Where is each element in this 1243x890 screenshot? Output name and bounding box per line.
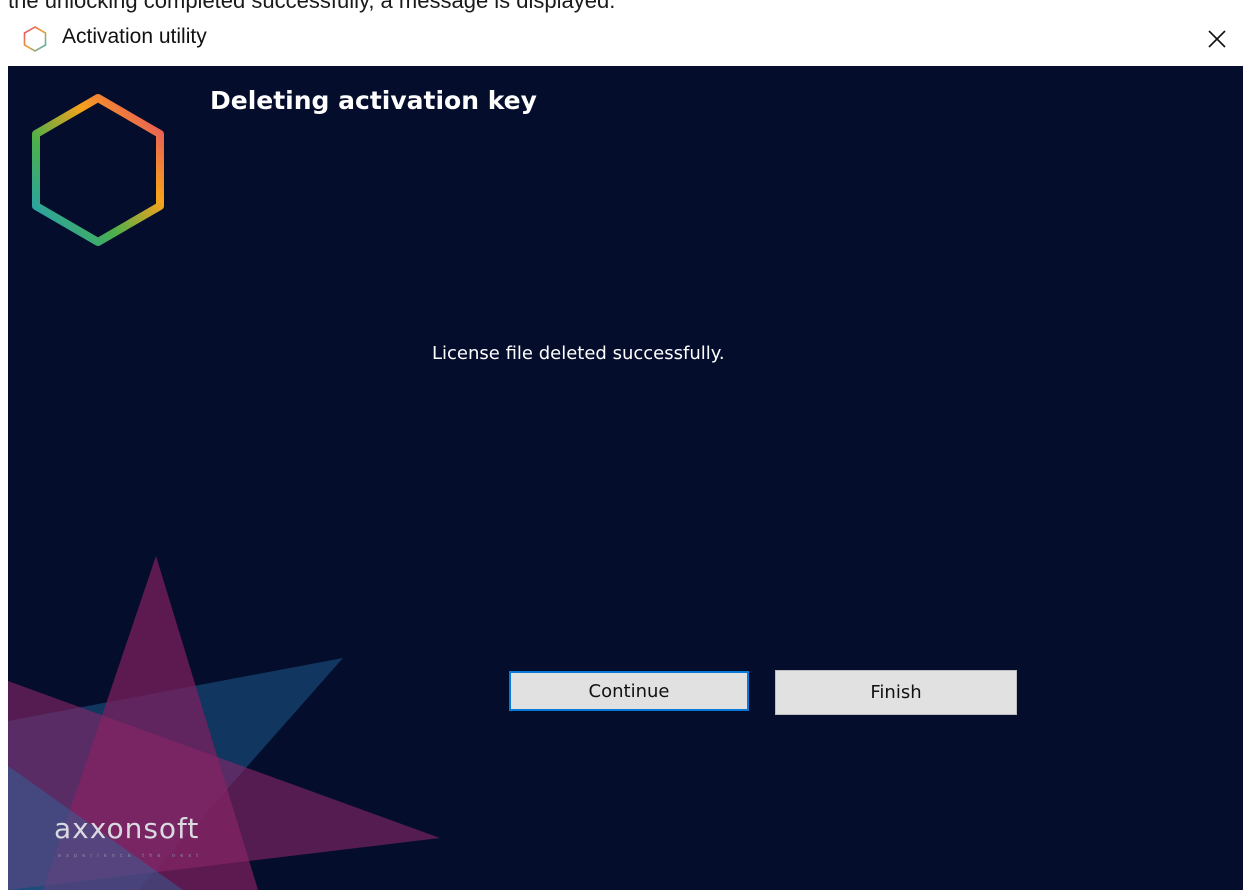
window-title: Activation utility xyxy=(62,25,207,48)
window-titlebar: Activation utility xyxy=(0,16,1243,66)
decorative-background xyxy=(8,94,440,890)
hexagon-logo-icon xyxy=(23,26,47,52)
close-icon xyxy=(1207,30,1226,48)
close-button[interactable] xyxy=(1190,16,1243,62)
finish-button[interactable]: Finish xyxy=(775,670,1017,715)
top-caption-fragment: the unlocking completed successfully, a … xyxy=(0,0,1243,16)
brand-tagline: experience the next xyxy=(58,853,204,859)
brand-logo: axxonsoft xyxy=(54,812,200,845)
dialog-body: Deleting activation key License file del… xyxy=(8,66,1243,890)
hexagon-logo xyxy=(32,94,164,246)
page-title: Deleting activation key xyxy=(210,86,537,115)
status-message: License file deleted successfully. xyxy=(432,343,725,364)
continue-button[interactable]: Continue xyxy=(509,671,749,711)
top-caption-text: the unlocking completed successfully, a … xyxy=(8,0,616,13)
